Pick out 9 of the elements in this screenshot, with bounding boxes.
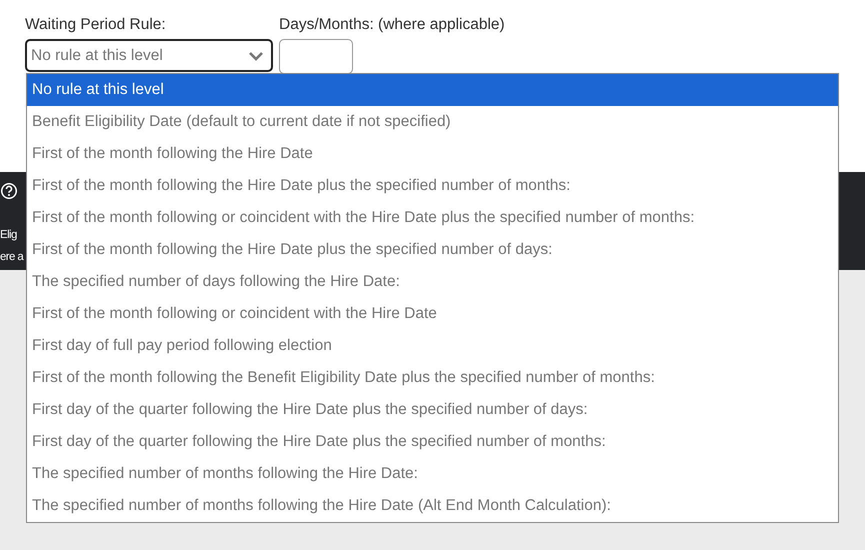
- info-text: ere a: [0, 250, 24, 265]
- days-input[interactable]: [279, 39, 353, 74]
- help-icon[interactable]: [0, 182, 18, 200]
- dropdown-option[interactable]: No rule at this level: [27, 74, 838, 106]
- rule-select[interactable]: No rule at this level: [25, 39, 273, 72]
- chevron-down-icon: [249, 50, 263, 60]
- field-label: Waiting Period Rule:: [25, 16, 167, 34]
- field-label: Days/Months: (where applicable): [279, 16, 506, 34]
- info-text: Elig: [0, 228, 17, 243]
